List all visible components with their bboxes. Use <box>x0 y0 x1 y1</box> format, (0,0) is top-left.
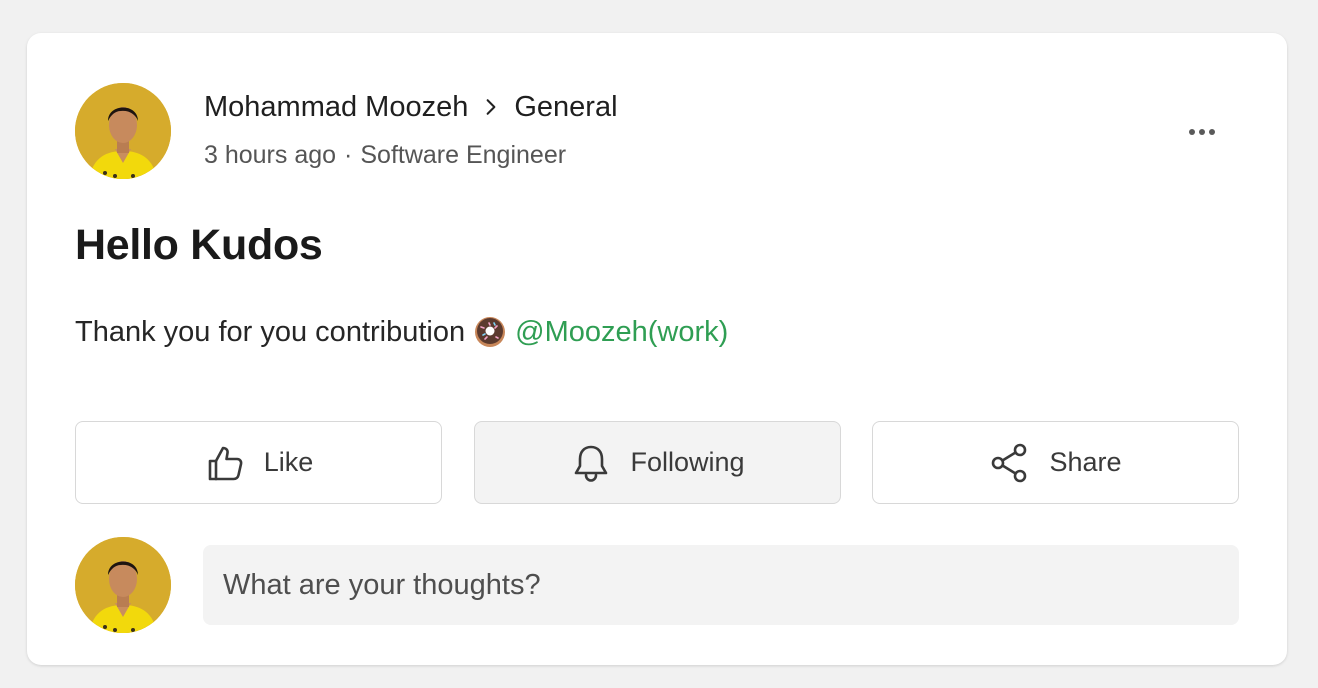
post-time: 3 hours ago <box>204 141 337 169</box>
author-avatar[interactable] <box>75 83 171 179</box>
author-name[interactable]: Mohammad Moozeh <box>204 91 468 124</box>
comment-input[interactable] <box>203 545 1239 625</box>
more-options-button[interactable] <box>1182 121 1222 143</box>
following-button[interactable]: Following <box>474 421 841 504</box>
thumbs-up-icon <box>208 446 243 480</box>
share-label: Share <box>1049 447 1122 477</box>
more-dot-icon <box>1209 129 1215 135</box>
post-meta: 3 hours ago · Software Engineer <box>204 141 566 170</box>
channel-name[interactable]: General <box>514 91 617 124</box>
chevron-right-icon <box>482 98 500 116</box>
share-button[interactable]: Share <box>872 421 1239 504</box>
post-card: Mohammad Moozeh General 3 hours ago · So… <box>27 33 1287 665</box>
more-dot-icon <box>1189 129 1195 135</box>
like-label: Like <box>263 447 314 477</box>
meta-separator: · <box>344 141 353 169</box>
donut-icon <box>473 315 507 349</box>
post-body: Thank you for you contribution @Moozeh(w… <box>75 315 728 349</box>
more-dot-icon <box>1199 129 1205 135</box>
following-label: Following <box>630 447 745 477</box>
post-title: Hello Kudos <box>75 221 323 269</box>
post-header: Mohammad Moozeh General <box>204 87 618 127</box>
user-mention-link[interactable]: @Moozeh(work) <box>515 316 728 349</box>
share-icon <box>992 443 1027 482</box>
current-user-avatar <box>75 537 171 633</box>
author-role: Software Engineer <box>360 141 567 169</box>
bell-icon <box>575 445 608 482</box>
post-body-text: Thank you for you contribution <box>75 315 466 348</box>
like-button[interactable]: Like <box>75 421 442 504</box>
